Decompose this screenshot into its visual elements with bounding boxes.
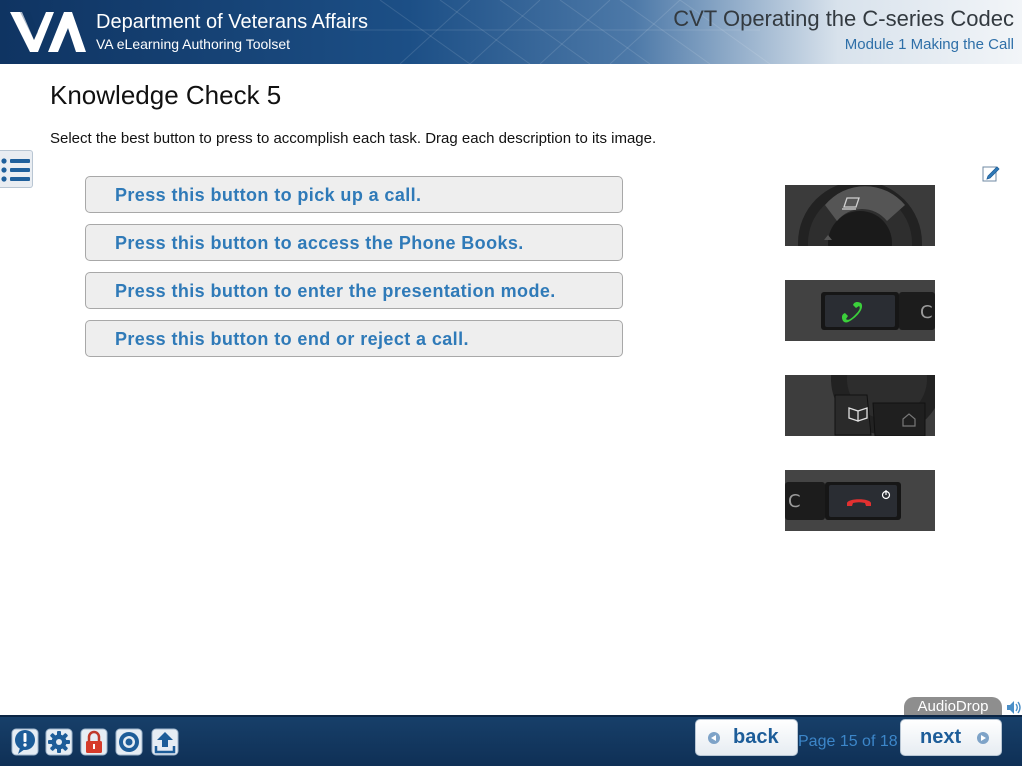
end-call-button-image: C [785,470,935,531]
audiodrop-tab[interactable]: AudioDrop [904,697,1002,717]
lock-icon[interactable] [80,728,108,756]
drag-item-presentation-mode[interactable]: Press this button to enter the presentat… [85,272,623,309]
presentation-button-image [785,185,935,246]
settings-icon[interactable] [45,728,73,756]
va-logo [10,12,86,52]
pick-up-call-button-image: C [785,280,935,341]
drop-target-presentation-button[interactable] [785,185,935,246]
target-letter: C [920,302,933,323]
drag-item-pick-up-call[interactable]: Press this button to pick up a call. [85,176,623,213]
left-arrow-icon [708,732,720,744]
next-button-label: next [920,726,962,748]
table-of-contents-button[interactable] [0,150,33,188]
help-icon[interactable] [11,728,39,756]
upload-icon[interactable] [151,728,179,756]
phone-book-button-image [785,375,935,436]
course-title: CVT Operating the C-series Codec [673,6,1014,31]
header-banner: Department of Veterans Affairs VA eLearn… [0,0,1022,64]
back-button[interactable]: back [695,719,798,756]
list-icon [1,158,30,182]
organization-name: Department of Veterans Affairs [96,11,369,33]
target-letter: C [788,491,801,512]
instructions-text: Select the best button to press to accom… [50,130,657,147]
module-title: Module 1 Making the Call [844,36,1014,53]
notes-pencil-icon[interactable] [982,164,1000,182]
page-counter: Page 15 of 18 [798,733,898,750]
drag-item-phone-books[interactable]: Press this button to access the Phone Bo… [85,224,623,261]
organization-subtitle: VA eLearning Authoring Toolset [96,36,291,52]
drop-target-phone-book-button[interactable] [785,375,935,436]
drop-target-pick-up-button[interactable]: C [785,280,935,341]
back-button-label: back [733,726,779,748]
page-title: Knowledge Check 5 [50,80,282,110]
next-button[interactable]: next [900,719,1002,756]
right-arrow-icon [977,732,989,744]
target-icon[interactable] [115,728,143,756]
drag-item-end-call[interactable]: Press this button to end or reject a cal… [85,320,623,357]
drop-target-end-call-button[interactable]: C [785,470,935,531]
